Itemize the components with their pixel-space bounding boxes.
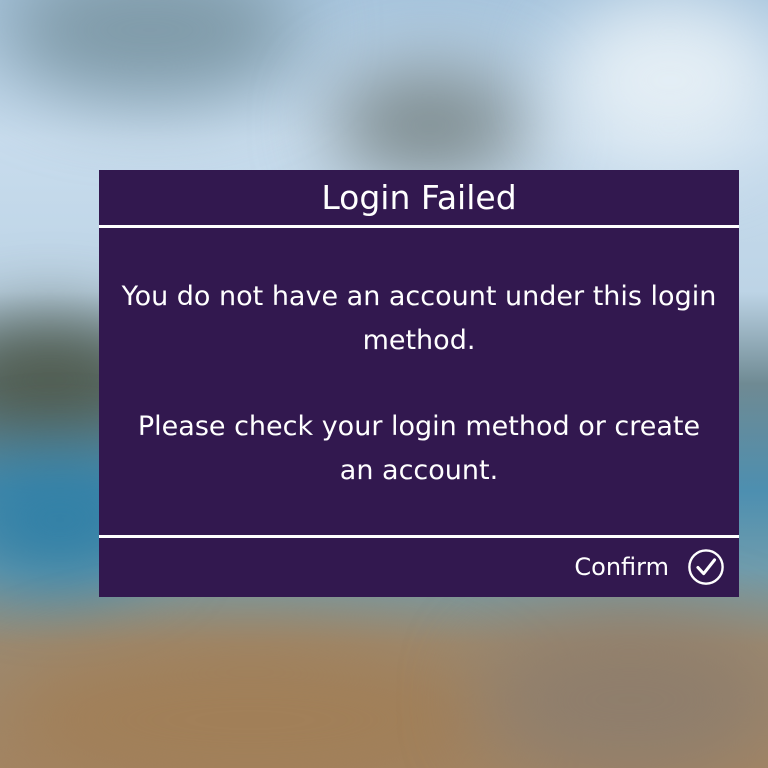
confirm-button[interactable]: Confirm: [574, 547, 725, 587]
dialog-title: Login Failed: [321, 178, 517, 217]
dialog-message-instructions: Please check your login method or create…: [137, 411, 701, 486]
background-cloud: [330, 70, 530, 180]
checkmark-circle-icon: [688, 549, 724, 585]
game-screen: Login Failed You do not have an account …: [0, 0, 768, 768]
background-cloud: [560, 0, 768, 160]
confirm-label: Confirm: [574, 553, 669, 581]
title-divider: [99, 225, 739, 228]
dialog-message-no-account: You do not have an account under this lo…: [121, 281, 717, 356]
login-failed-dialog: Login Failed You do not have an account …: [99, 170, 739, 597]
footer-divider: [99, 535, 739, 538]
